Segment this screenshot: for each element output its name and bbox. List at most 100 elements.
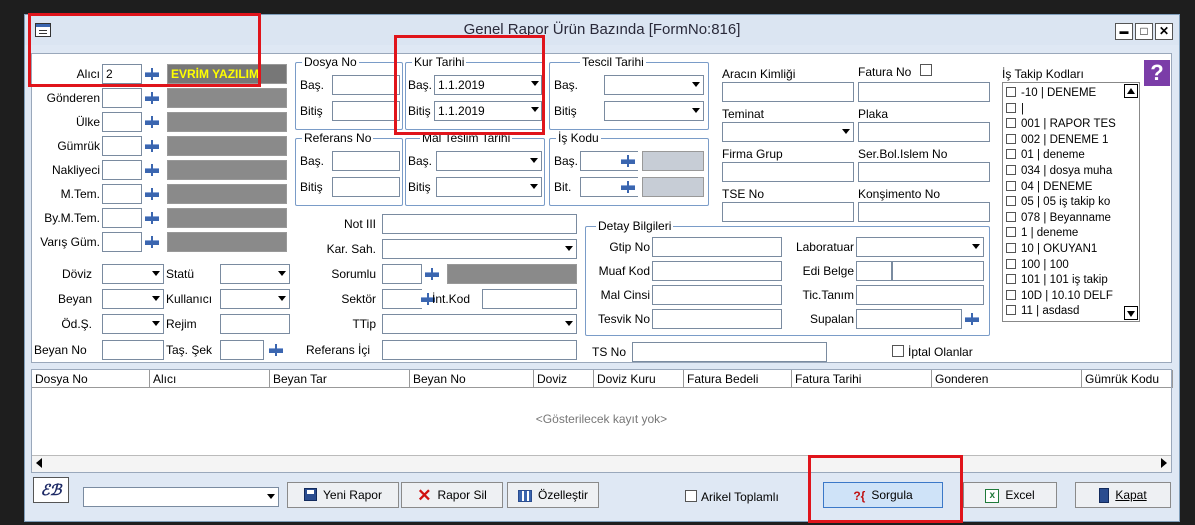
grid-column-header[interactable]: Beyan Tar (270, 370, 410, 388)
is-takip-item[interactable]: 002 | DENEME 1 (1006, 133, 1124, 148)
ulke-lookup-icon[interactable] (142, 113, 162, 131)
bymtem-lookup-icon[interactable] (142, 209, 162, 227)
is-takip-checkbox[interactable] (1006, 133, 1016, 144)
plaka-input[interactable] (858, 122, 990, 142)
tesvikno-input[interactable] (652, 309, 782, 329)
firma-grup-input[interactable] (722, 162, 854, 182)
referans-bas-input[interactable] (332, 151, 400, 171)
dosya-bas-input[interactable] (332, 75, 400, 95)
is-takip-checkbox[interactable] (1006, 118, 1016, 129)
grid-column-header[interactable]: Gonderen (932, 370, 1082, 388)
is-takip-checkbox[interactable] (1006, 180, 1016, 191)
tescil-bitis-select[interactable] (604, 101, 704, 121)
varis-lookup-icon[interactable] (142, 233, 162, 251)
is-takip-item[interactable]: -10 | DENEME (1006, 86, 1124, 101)
is-takip-checkbox[interactable] (1006, 289, 1016, 300)
nakliyeci-input[interactable] (102, 160, 142, 180)
maximize-button[interactable]: □ (1135, 23, 1153, 40)
sorumlu-input[interactable] (382, 264, 422, 284)
excel-button[interactable]: x Excel (963, 482, 1057, 508)
mtem-input[interactable] (102, 184, 142, 204)
minimize-button[interactable]: ▬ (1115, 23, 1133, 40)
tse-no-input[interactable] (722, 202, 854, 222)
grid-column-header[interactable]: Alıcı (150, 370, 270, 388)
gumruk-input[interactable] (102, 136, 142, 156)
supalan-input[interactable] (856, 309, 962, 329)
ser-bol-input[interactable] (858, 162, 990, 182)
mtem-lookup-icon[interactable] (142, 185, 162, 203)
rapor-sil-button[interactable]: ✕ Rapor Sil (401, 482, 503, 508)
ttip-select[interactable] (382, 314, 577, 334)
grid-column-header[interactable]: Beyan No (410, 370, 534, 388)
grid-column-header[interactable]: Doviz Kuru (594, 370, 684, 388)
muafkod-input[interactable] (652, 261, 782, 281)
sorumlu-lookup-icon[interactable] (422, 265, 442, 283)
is-takip-checkbox[interactable] (1006, 227, 1016, 238)
supalan-lookup-icon[interactable] (962, 310, 982, 328)
is-takip-checkbox[interactable] (1006, 196, 1016, 207)
is-takip-checkbox[interactable] (1006, 165, 1016, 175)
tassek-lookup-icon[interactable] (266, 341, 286, 359)
karsah-select[interactable] (382, 239, 577, 259)
fatura-no-input[interactable] (858, 82, 990, 102)
help-icon[interactable]: ? (1144, 60, 1170, 86)
not3-input[interactable] (382, 214, 577, 234)
tsno-input[interactable] (632, 342, 827, 362)
is-takip-item[interactable]: 10 | OKUYAN1 (1006, 242, 1124, 257)
report-select[interactable] (83, 487, 279, 507)
referans-ici-input[interactable] (382, 340, 577, 360)
iptal-checkbox[interactable] (892, 345, 904, 357)
kapat-button[interactable]: Kapat (1075, 482, 1171, 508)
is-takip-item[interactable]: 034 | dosya muha (1006, 164, 1124, 179)
grid-column-header[interactable]: Fatura Bedeli (684, 370, 792, 388)
is-takip-item[interactable]: 05 | 05 iş takip ko (1006, 195, 1124, 210)
kur-bitis-arrow[interactable] (522, 101, 542, 121)
intkod-input[interactable] (482, 289, 577, 309)
malcinsi-input[interactable] (652, 285, 782, 305)
is-takip-item[interactable]: | (1006, 102, 1124, 117)
is-takip-item[interactable]: 11 | asdasd (1006, 304, 1124, 319)
tassek-input[interactable] (220, 340, 264, 360)
is-takip-checkbox[interactable] (1006, 243, 1016, 253)
arikel-checkbox[interactable] (685, 490, 697, 502)
iskodu-bas-lookup-icon[interactable] (618, 152, 638, 170)
grid-column-header[interactable]: Doviz (534, 370, 594, 388)
alici-code-input[interactable]: 2 (102, 64, 142, 84)
grid-column-header[interactable]: Fatura Tarihi (792, 370, 932, 388)
ozellestir-button[interactable]: Özelleştir (507, 482, 599, 508)
edibelge-input-b[interactable] (892, 261, 984, 281)
konsimento-input[interactable] (858, 202, 990, 222)
alici-lookup-icon[interactable] (142, 65, 162, 83)
doviz-select[interactable] (102, 264, 164, 284)
is-takip-checkbox[interactable] (1006, 305, 1016, 316)
grid-horizontal-scrollbar[interactable] (32, 455, 1171, 472)
is-takip-item[interactable]: 04 | DENEME (1006, 180, 1124, 195)
dosya-bitis-input[interactable] (332, 101, 400, 121)
sorgula-button[interactable]: ?{Sorgula (823, 482, 943, 508)
gumruk-lookup-icon[interactable] (142, 137, 162, 155)
mal-bitis-select[interactable] (436, 177, 542, 197)
sektor-input[interactable] (382, 289, 422, 309)
teminat-select[interactable] (722, 122, 854, 142)
tictanim-input[interactable] (856, 285, 984, 305)
is-takip-item[interactable]: 100 | 100 (1006, 258, 1124, 273)
scroll-left-icon[interactable] (36, 458, 42, 468)
rejim-input[interactable] (220, 314, 290, 334)
varis-input[interactable] (102, 232, 142, 252)
iskodu-bit-lookup-icon[interactable] (618, 178, 638, 196)
is-takip-item[interactable]: 01 | deneme (1006, 148, 1124, 163)
bymtem-input[interactable] (102, 208, 142, 228)
beyanno-input[interactable] (102, 340, 164, 360)
nakliyeci-lookup-icon[interactable] (142, 161, 162, 179)
tescil-bas-select[interactable] (604, 75, 704, 95)
is-takip-checkbox[interactable] (1006, 211, 1016, 222)
gonderen-input[interactable] (102, 88, 142, 108)
grid-column-header[interactable]: Gümrük Kodu (1082, 370, 1173, 388)
is-takip-checkbox[interactable] (1006, 149, 1016, 160)
kur-bas-arrow[interactable] (522, 75, 542, 95)
edibelge-input-a[interactable] (856, 261, 892, 281)
is-takip-item[interactable]: 1 | deneme (1006, 226, 1124, 241)
gonderen-lookup-icon[interactable] (142, 89, 162, 107)
ods-select[interactable] (102, 314, 164, 334)
is-takip-item[interactable]: 10D | 10.10 DELF (1006, 289, 1124, 304)
